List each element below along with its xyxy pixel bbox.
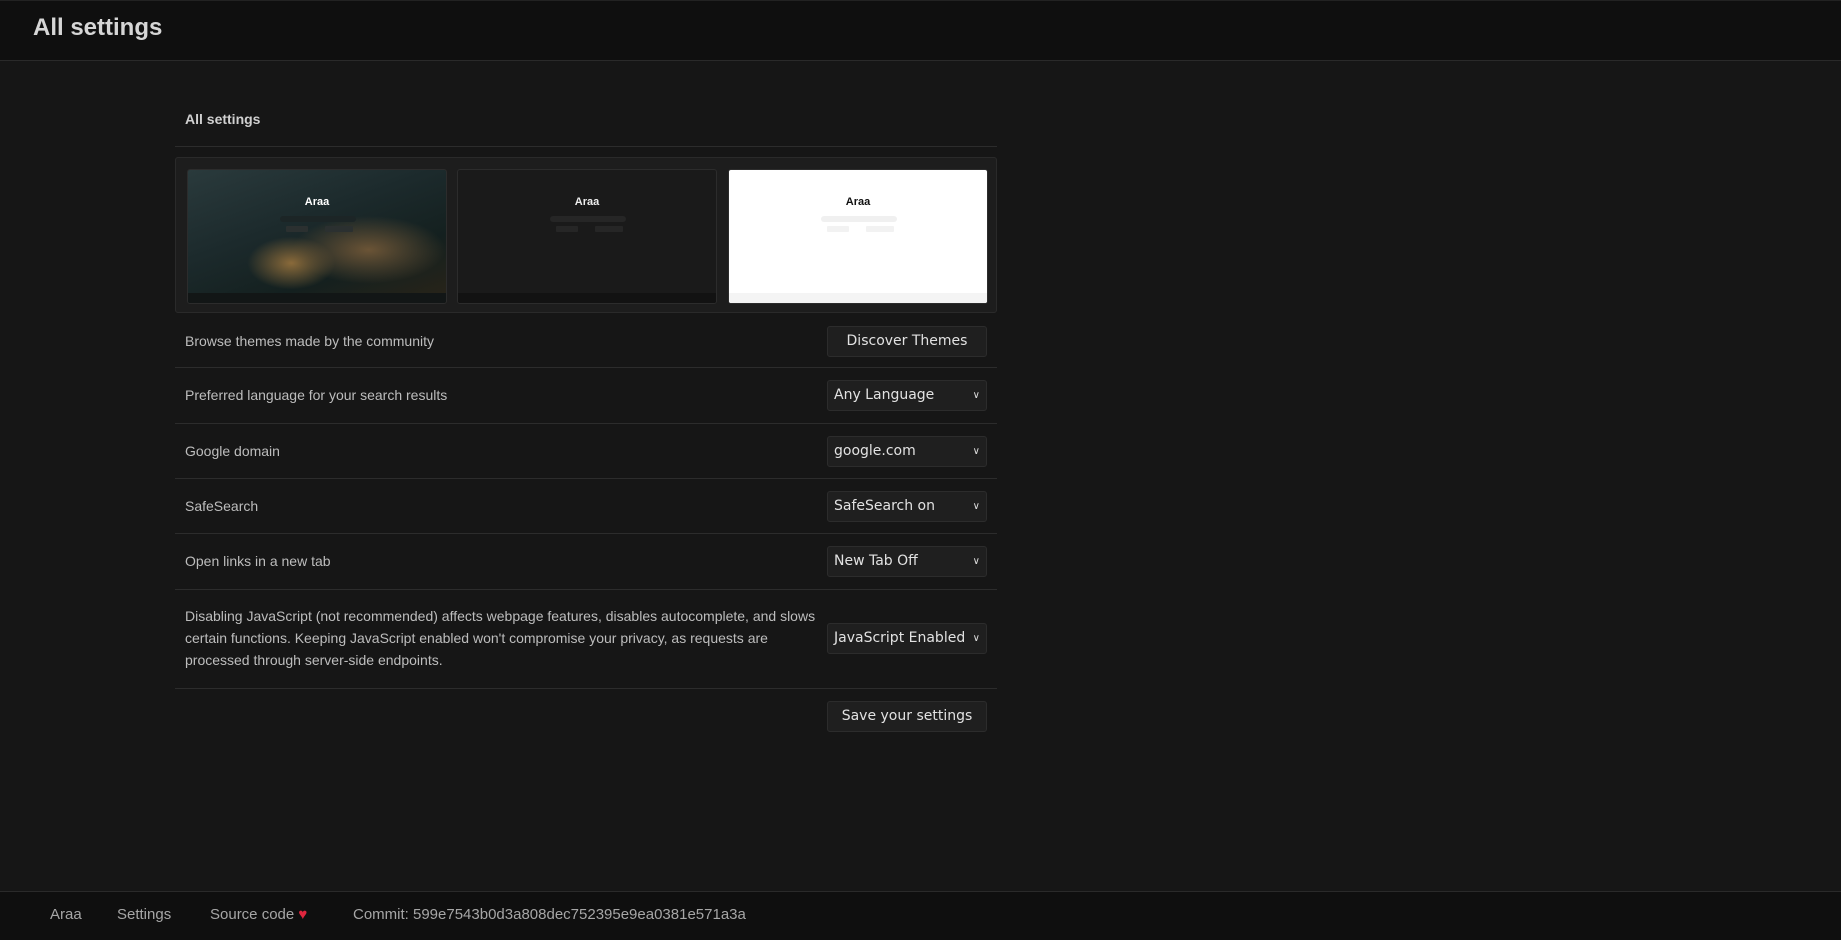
footer: Araa Settings Source code ♥ Commit: 599e… [0,891,1841,940]
preview-search-bar [280,216,356,222]
preview-button [286,226,308,232]
select-value: Any Language [834,387,935,403]
setting-row-themes: Browse themes made by the community Disc… [175,323,997,359]
divider [175,146,997,147]
section-title: All settings [185,111,261,127]
theme-picker: Araa Araa Araa [175,157,997,313]
setting-row-javascript: Disabling JavaScript (not recommended) a… [175,598,997,678]
chevron-down-icon: ∨ [972,632,980,644]
setting-label: Disabling JavaScript (not recommended) a… [185,608,816,668]
divider [175,589,997,590]
preview-button [595,226,623,232]
footer-link-source-code[interactable]: Source code ♥ [210,906,307,923]
theme-card-light[interactable]: Araa [728,169,988,304]
safesearch-select[interactable]: SafeSearch on ∨ [827,490,987,522]
setting-row-google-domain: Google domain google.com ∨ [175,433,997,469]
select-value: SafeSearch on [834,498,935,514]
chevron-down-icon: ∨ [972,500,980,512]
chevron-down-icon: ∨ [972,445,980,457]
setting-label: Browse themes made by the community [185,333,434,349]
discover-themes-button[interactable]: Discover Themes [827,325,987,357]
preview-search-bar [821,216,897,222]
heart-icon: ♥ [298,906,308,923]
divider [175,478,997,479]
select-value: New Tab Off [834,553,918,569]
select-value: JavaScript Enabled [834,630,966,646]
save-settings-button[interactable]: Save your settings [827,700,987,732]
source-code-label: Source code [210,906,295,923]
footer-link-settings[interactable]: Settings [117,906,171,923]
chevron-down-icon: ∨ [972,389,980,401]
setting-label: Google domain [185,443,280,459]
preview-footer [188,293,446,303]
footer-link-home[interactable]: Araa [50,906,82,923]
preview-footer [458,293,716,303]
theme-preview-logo: Araa [304,196,330,208]
commit-hash: Commit: 599e7543b0d3a808dec752395e9ea038… [353,906,746,923]
setting-label: SafeSearch [185,498,259,514]
new-tab-select[interactable]: New Tab Off ∨ [827,545,987,577]
select-value: google.com [834,443,916,459]
preview-button [866,226,894,232]
setting-label: Preferred language for your search resul… [185,387,448,403]
theme-card-background-image[interactable]: Araa [187,169,447,304]
setting-row-language: Preferred language for your search resul… [175,377,997,413]
preview-button [827,226,849,232]
page-header: All settings [0,0,1841,61]
chevron-down-icon: ∨ [972,555,980,567]
theme-card-dark[interactable]: Araa [457,169,717,304]
javascript-select[interactable]: JavaScript Enabled ∨ [827,622,987,654]
preview-button [556,226,578,232]
google-domain-select[interactable]: google.com ∨ [827,435,987,467]
divider [175,688,997,689]
preview-search-bar [550,216,626,222]
page-title: All settings [33,14,163,41]
save-row: Save your settings [175,700,997,732]
divider [175,367,997,368]
setting-label: Open links in a new tab [185,553,331,569]
setting-row-new-tab: Open links in a new tab New Tab Off ∨ [175,543,997,579]
theme-preview-logo: Araa [845,196,871,208]
setting-row-safesearch: SafeSearch SafeSearch on ∨ [175,488,997,524]
divider [175,533,997,534]
language-select[interactable]: Any Language ∨ [827,379,987,411]
divider [175,423,997,424]
theme-preview-logo: Araa [574,196,600,208]
preview-button [325,226,353,232]
preview-footer [729,293,987,303]
